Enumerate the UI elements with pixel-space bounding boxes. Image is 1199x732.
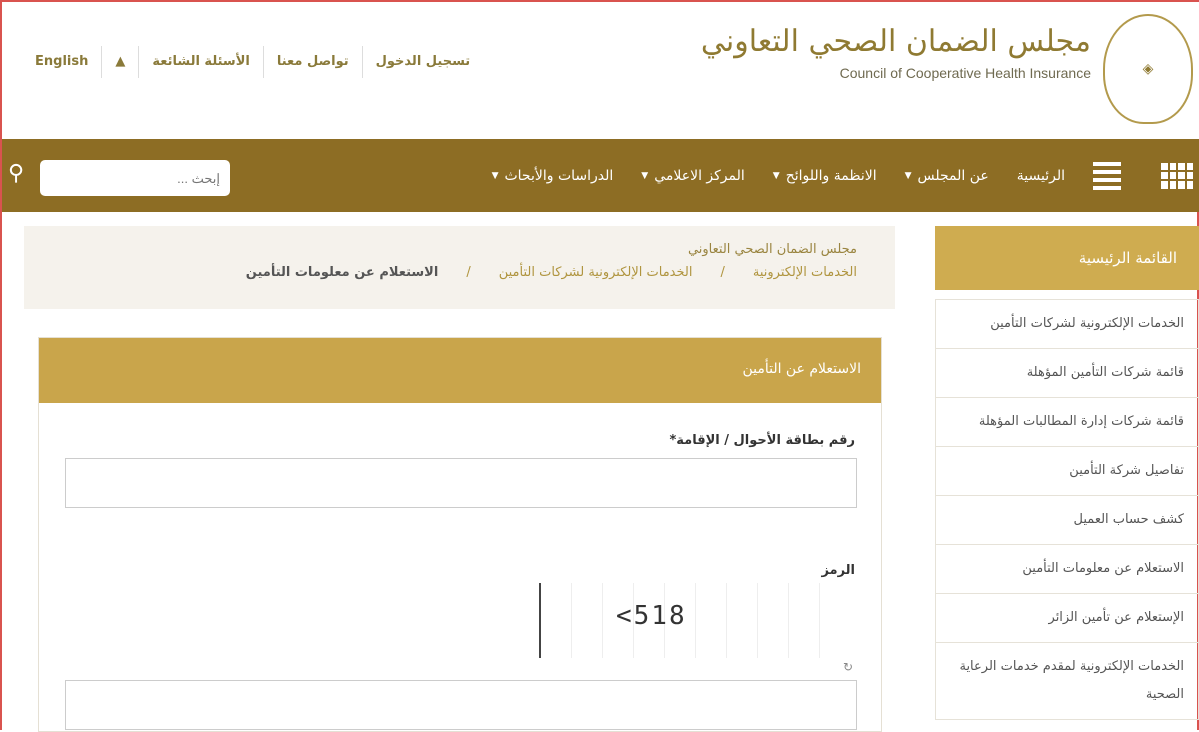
logo[interactable]: مجلس الضمان الصحي التعاوني Council of Co…: [701, 24, 1091, 81]
sidebar-item[interactable]: الإستعلام عن تأمين الزائر: [935, 594, 1199, 643]
nav-about[interactable]: عن المجلس ▼: [905, 168, 989, 184]
site-header: English ▲ الأسئلة الشائعة تواصل معنا تسج…: [2, 2, 1199, 139]
language-link[interactable]: English: [22, 46, 101, 78]
sidebar-item[interactable]: الاستعلام عن معلومات التأمين: [935, 545, 1199, 594]
sidebar-item[interactable]: الخدمات الإلكترونية لمقدم خدمات الرعاية …: [935, 643, 1199, 720]
breadcrumb-link[interactable]: الخدمات الإلكترونية: [753, 265, 857, 280]
breadcrumb-title: مجلس الضمان الصحي التعاوني: [687, 242, 857, 257]
search-input[interactable]: [40, 160, 230, 196]
sidebar-item[interactable]: الخدمات الإلكترونية لشركات التأمين: [935, 299, 1199, 349]
captcha-image: <518: [539, 583, 849, 658]
breadcrumb-current: الاستعلام عن معلومات التأمين: [245, 265, 439, 280]
nav-label: المركز الاعلامي: [654, 167, 745, 184]
breadcrumb-separator: /: [466, 265, 471, 280]
nav-media[interactable]: المركز الاعلامي ▼: [641, 168, 744, 184]
apps-grid-icon[interactable]: [1161, 162, 1193, 189]
nav-research[interactable]: الدراسات والأبحاث ▼: [492, 168, 614, 184]
search-icon[interactable]: ⚲: [8, 161, 24, 186]
sidebar-item[interactable]: قائمة شركات التأمين المؤهلة: [935, 349, 1199, 398]
sidebar-title: القائمة الرئيسية: [935, 226, 1199, 290]
nav-label: الرئيسية: [1016, 167, 1065, 184]
nav-label: الانظمة واللوائح: [785, 167, 877, 184]
nav-label: الدراسات والأبحاث: [504, 167, 614, 184]
captcha-text: <518: [616, 601, 687, 631]
nav-home[interactable]: الرئيسية: [1017, 168, 1065, 184]
nav-regulations[interactable]: الانظمة واللوائح ▼: [773, 168, 877, 184]
sidebar-item[interactable]: تفاصيل شركة التأمين: [935, 447, 1199, 496]
sidebar-item[interactable]: كشف حساب العميل: [935, 496, 1199, 545]
caret-down-icon: ▼: [491, 170, 499, 181]
top-links: English ▲ الأسئلة الشائعة تواصل معنا تسج…: [22, 46, 483, 78]
breadcrumb: مجلس الضمان الصحي التعاوني الخدمات الإلك…: [24, 226, 895, 309]
menu-icon[interactable]: [1093, 161, 1121, 190]
logo-seal: ◈: [1103, 14, 1193, 124]
sitemap-icon[interactable]: ▲: [101, 46, 138, 78]
inquiry-form: الاستعلام عن التأمين رقم بطاقة الأحوال /…: [38, 337, 882, 732]
breadcrumb-separator: /: [720, 265, 725, 280]
sidebar-item[interactable]: قائمة شركات إدارة المطالبات المؤهلة: [935, 398, 1199, 447]
id-label: رقم بطاقة الأحوال / الإقامة*: [669, 433, 855, 448]
logo-arabic: مجلس الضمان الصحي التعاوني: [700, 24, 1091, 59]
contact-link[interactable]: تواصل معنا: [262, 46, 362, 78]
sidebar: القائمة الرئيسية الخدمات الإلكترونية لشر…: [935, 226, 1199, 720]
logo-english: Council of Cooperative Health Insurance: [839, 65, 1091, 81]
faq-link[interactable]: الأسئلة الشائعة: [138, 46, 263, 78]
login-link[interactable]: تسجيل الدخول: [361, 46, 484, 78]
code-input[interactable]: [65, 680, 857, 730]
main-nav: الرئيسية عن المجلس ▼ الانظمة واللوائح ▼ ال…: [2, 139, 1199, 212]
caret-down-icon: ▼: [641, 170, 649, 181]
form-title: الاستعلام عن التأمين: [39, 338, 881, 403]
breadcrumb-link[interactable]: الخدمات الإلكترونية لشركات التأمين: [499, 265, 693, 280]
refresh-captcha-icon[interactable]: ↻: [843, 660, 853, 674]
nav-label: عن المجلس: [917, 167, 989, 184]
caret-down-icon: ▼: [904, 170, 912, 181]
caret-down-icon: ▼: [772, 170, 780, 181]
id-number-input[interactable]: [65, 458, 857, 508]
code-label: الرمز: [821, 563, 855, 578]
